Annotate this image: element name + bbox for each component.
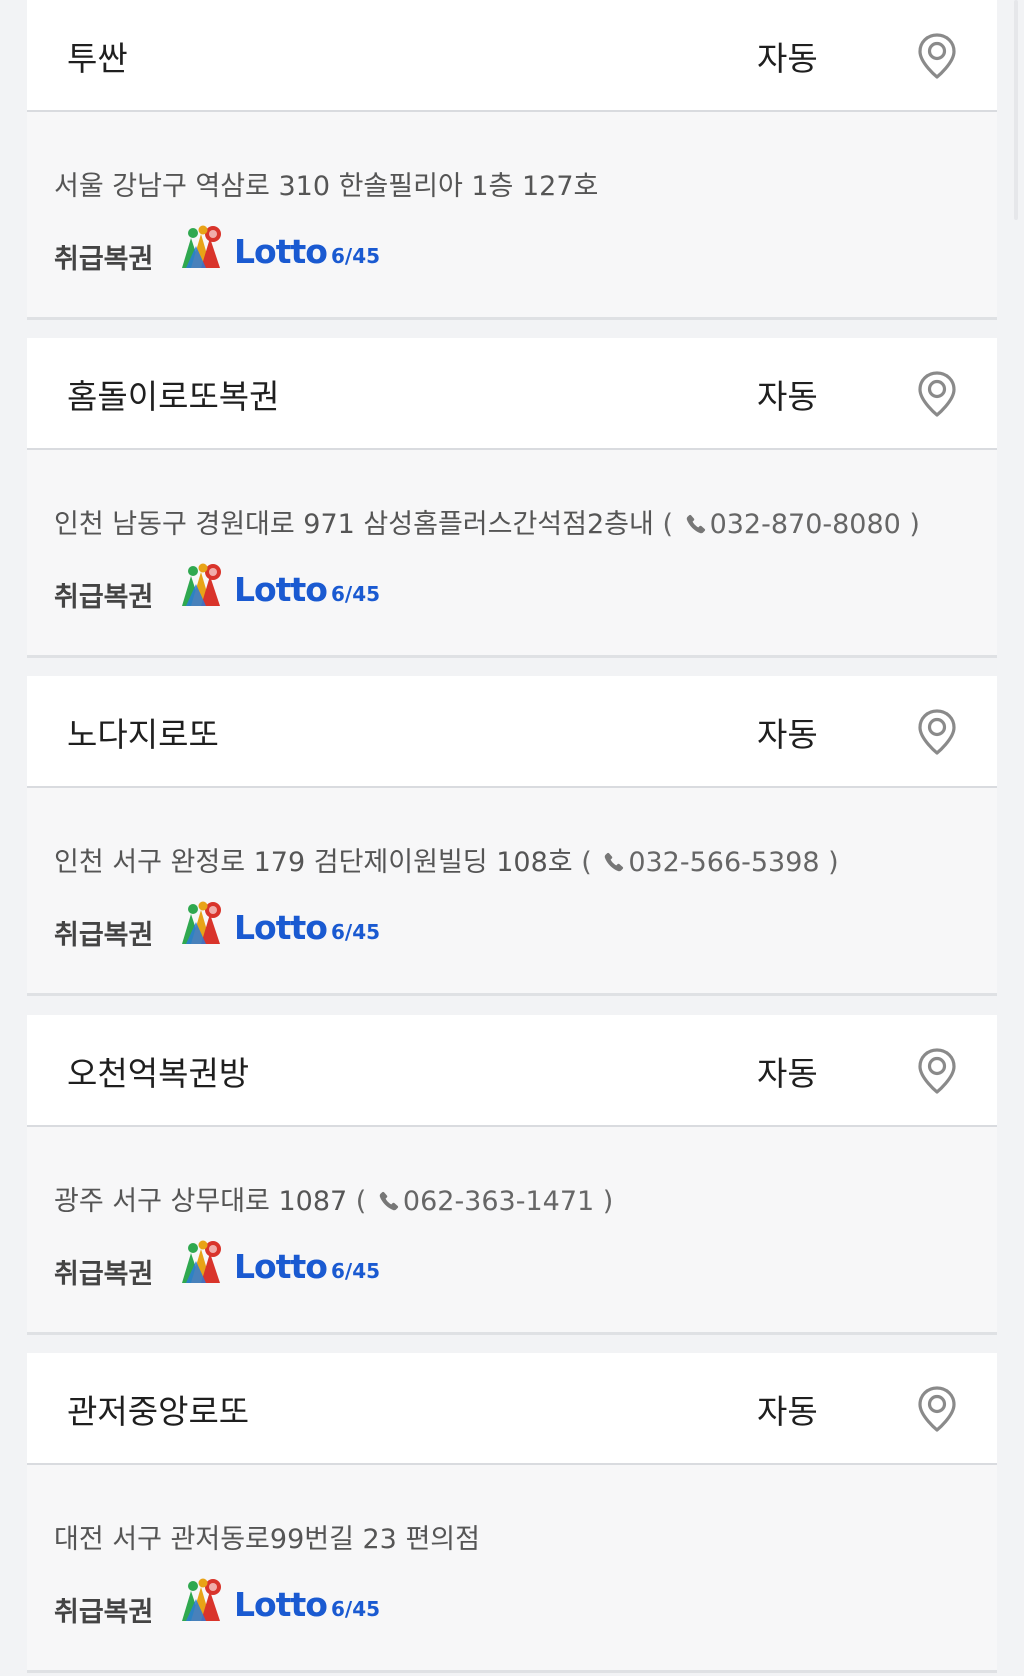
store-details: 인천 서구 완정로 179 검단제이원빌딩 108호 ( 032-566-539… xyxy=(27,788,997,996)
store-card[interactable]: 관저중앙로또 자동대전 서구 관저동로99번길 23 편의점취급복권 Lotto 6/… xyxy=(27,1353,997,1676)
lotto-mark-icon xyxy=(177,224,227,270)
store-address: 광주 서구 상무대로 1087 xyxy=(54,1186,348,1217)
ticket-type-label: 취급복권 xyxy=(54,244,154,275)
lotto-word: Lotto xyxy=(234,232,328,271)
phone-icon xyxy=(603,849,625,872)
lotto-645-logo: Lotto 6/45 xyxy=(177,224,387,274)
lotto-mark-icon xyxy=(177,1239,227,1285)
ticket-type-label: 취급복권 xyxy=(54,582,154,613)
phone-icon xyxy=(378,1188,400,1211)
store-name[interactable]: 오천억복권방 xyxy=(67,1047,249,1095)
store-header[interactable]: 관저중앙로또 자동 xyxy=(27,1353,997,1465)
store-sale-type: 자동 xyxy=(757,377,818,416)
lotto-number: 6/45 xyxy=(331,920,381,944)
store-phone[interactable]: 062-363-1471 xyxy=(403,1186,594,1217)
lotto-645-logo: Lotto 6/45 xyxy=(177,1577,387,1627)
store-phone[interactable]: 032-566-5398 xyxy=(628,847,819,878)
store-name[interactable]: 홈돌이로또복권 xyxy=(67,370,280,418)
store-name[interactable]: 노다지로또 xyxy=(67,708,219,756)
store-sale-type: 자동 xyxy=(757,1392,818,1431)
store-address: 대전 서구 관저동로99번길 23 편의점 xyxy=(54,1524,480,1555)
lotto-645-logo: Lotto 6/45 xyxy=(177,900,387,950)
lotto-word: Lotto xyxy=(234,1585,328,1624)
lotto-number: 6/45 xyxy=(331,244,381,268)
store-name[interactable]: 관저중앙로또 xyxy=(67,1385,249,1433)
store-details: 대전 서구 관저동로99번길 23 편의점취급복권 Lotto 6/45 xyxy=(27,1465,997,1673)
lotto-645-logo: Lotto 6/45 xyxy=(177,1239,387,1289)
address-line: 인천 남동구 경원대로 971 삼성홈플러스간석점2층내 ( 032-870-8… xyxy=(54,502,920,541)
store-name[interactable]: 투싼 xyxy=(67,32,128,80)
store-sale-type: 자동 xyxy=(757,39,818,78)
store-address: 인천 남동구 경원대로 971 삼성홈플러스간석점2층내 xyxy=(54,509,654,540)
map-pin-icon[interactable] xyxy=(917,708,957,756)
map-pin-icon[interactable] xyxy=(917,1385,957,1433)
phone-wrap[interactable]: ( 032-566-5398 ) xyxy=(581,847,839,878)
store-card[interactable]: 홈돌이로또복권 자동인천 남동구 경원대로 971 삼성홈플러스간석점2층내 ( … xyxy=(27,338,997,661)
map-pin-icon[interactable] xyxy=(917,370,957,418)
ticket-type-label: 취급복권 xyxy=(54,920,154,951)
phone-icon xyxy=(685,511,707,534)
scrollbar[interactable] xyxy=(1014,0,1018,220)
store-address: 서울 강남구 역삼로 310 한솔필리아 1층 127호 xyxy=(54,171,599,202)
store-card[interactable]: 노다지로또 자동인천 서구 완정로 179 검단제이원빌딩 108호 ( 032-… xyxy=(27,676,997,999)
lotto-number: 6/45 xyxy=(331,1597,381,1621)
lotto-mark-icon xyxy=(177,562,227,608)
lotto-645-logo: Lotto 6/45 xyxy=(177,562,387,612)
store-header[interactable]: 투싼 자동 xyxy=(27,0,997,112)
lotto-word: Lotto xyxy=(234,570,328,609)
store-header[interactable]: 홈돌이로또복권 자동 xyxy=(27,338,997,450)
store-header[interactable]: 노다지로또 자동 xyxy=(27,676,997,788)
store-details: 인천 남동구 경원대로 971 삼성홈플러스간석점2층내 ( 032-870-8… xyxy=(27,450,997,658)
address-line: 인천 서구 완정로 179 검단제이원빌딩 108호 ( 032-566-539… xyxy=(54,840,839,879)
map-pin-icon[interactable] xyxy=(917,32,957,80)
lotto-word: Lotto xyxy=(234,908,328,947)
store-details: 서울 강남구 역삼로 310 한솔필리아 1층 127호취급복권 Lotto 6/4… xyxy=(27,112,997,320)
store-sale-type: 자동 xyxy=(757,1054,818,1093)
lotto-number: 6/45 xyxy=(331,1259,381,1283)
lotto-mark-icon xyxy=(177,900,227,946)
address-line: 광주 서구 상무대로 1087 ( 062-363-1471 ) xyxy=(54,1179,613,1218)
store-phone[interactable]: 032-870-8080 xyxy=(710,509,901,540)
map-pin-icon[interactable] xyxy=(917,1047,957,1095)
address-line: 대전 서구 관저동로99번길 23 편의점 xyxy=(54,1517,480,1556)
store-address: 인천 서구 완정로 179 검단제이원빌딩 108호 xyxy=(54,847,573,878)
lotto-word: Lotto xyxy=(234,1247,328,1286)
lotto-number: 6/45 xyxy=(331,582,381,606)
phone-wrap[interactable]: ( 032-870-8080 ) xyxy=(662,509,920,540)
store-card[interactable]: 오천억복권방 자동광주 서구 상무대로 1087 ( 062-363-1471 )… xyxy=(27,1015,997,1338)
store-details: 광주 서구 상무대로 1087 ( 062-363-1471 ) 취급복권 Lott… xyxy=(27,1127,997,1335)
address-line: 서울 강남구 역삼로 310 한솔필리아 1층 127호 xyxy=(54,164,598,203)
ticket-type-label: 취급복권 xyxy=(54,1259,154,1290)
store-header[interactable]: 오천억복권방 자동 xyxy=(27,1015,997,1127)
lotto-mark-icon xyxy=(177,1577,227,1623)
phone-wrap[interactable]: ( 062-363-1471 ) xyxy=(356,1186,614,1217)
store-card[interactable]: 투싼 자동서울 강남구 역삼로 310 한솔필리아 1층 127호취급복권 Lott… xyxy=(27,0,997,323)
store-sale-type: 자동 xyxy=(757,715,818,754)
ticket-type-label: 취급복권 xyxy=(54,1597,154,1628)
